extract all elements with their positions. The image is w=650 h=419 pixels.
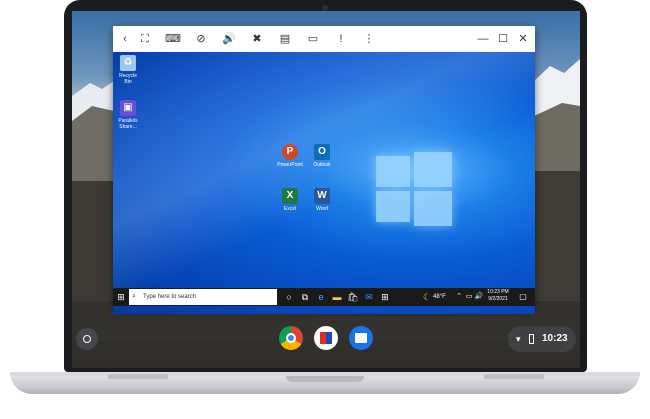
folder-glyph [355, 333, 367, 343]
more-icon[interactable]: ⋮ [361, 31, 377, 47]
taskbar-time: 10:23 PM [487, 289, 509, 295]
search-placeholder: Type here to search [143, 294, 197, 300]
edge-icon[interactable]: e [315, 291, 327, 303]
weather-temp: 48°F [433, 294, 446, 300]
shelf-clock: 10:23 [542, 333, 568, 344]
print-icon[interactable]: ▤ [277, 31, 293, 47]
word-icon[interactable]: W Word [309, 188, 335, 212]
search-icon: ⌕ [132, 293, 136, 300]
camera-off-icon[interactable]: ⊘ [193, 31, 209, 47]
excel-label: Excel [283, 206, 297, 212]
parallels-share-glyph: ▣ [120, 100, 136, 116]
status-tray[interactable]: ▾ 10:23 [508, 326, 576, 352]
parallels-share-label: Parallels Share... [118, 118, 138, 130]
taskbar-date: 9/2/2021 [488, 296, 508, 302]
feedback-icon[interactable]: ! [333, 31, 349, 47]
windows-logo [376, 152, 452, 226]
recycle-bin-glyph: ♻ [120, 55, 136, 71]
taskbar-clock[interactable]: 10:23 PM 9/2/2021 [485, 289, 511, 303]
file-explorer-icon[interactable]: ▬ [331, 291, 343, 303]
task-view-icon[interactable]: ⧉ [299, 291, 311, 303]
files-app-icon[interactable] [349, 326, 373, 350]
battery-icon [529, 334, 534, 344]
wifi-icon: ▾ [516, 334, 521, 344]
mail-icon[interactable]: ✉ [363, 291, 375, 303]
parallels-app-icon[interactable] [314, 326, 338, 350]
recycle-bin-icon[interactable]: ♻ Recycle Bin [115, 55, 141, 85]
fullscreen-icon[interactable]: ⛶ [137, 31, 153, 47]
hinge-right [484, 374, 544, 379]
cortana-icon[interactable]: ○ [283, 291, 295, 303]
windows-taskbar: ⊞ ⌕ Type here to search ○ ⧉ e ▬ 🛍 ✉ ⊞ ☾ … [113, 288, 535, 306]
start-icon[interactable]: ⊞ [115, 291, 127, 303]
notification-icon[interactable]: ▢ [517, 291, 529, 303]
outlook-label: Outlook [313, 162, 331, 168]
recycle-bin-label: Recycle Bin [119, 73, 137, 85]
outlook-icon[interactable]: O Outlook [309, 144, 335, 168]
windows-vm-window[interactable]: ‹ ⛶ ⌨ ⊘ 🔊 ✖ ▤ ▭ ! ⋮ — ☐ ✕ ♻ Recycle Bin … [113, 26, 535, 314]
launcher-icon [83, 335, 91, 343]
excel-icon[interactable]: X Excel [277, 188, 303, 212]
excel-glyph: X [282, 188, 298, 204]
back-icon[interactable]: ‹ [117, 31, 133, 47]
powerpoint-icon[interactable]: P PowerPoint [277, 144, 303, 168]
vm-toolbar: ‹ ⛶ ⌨ ⊘ 🔊 ✖ ▤ ▭ ! ⋮ — ☐ ✕ [113, 26, 535, 53]
hinge-left [108, 374, 168, 379]
windows-desktop: ♻ Recycle Bin ▣ Parallels Share... P Pow… [113, 52, 535, 314]
mic-off-icon[interactable]: ✖ [249, 31, 265, 47]
parallels-bar-blue [326, 332, 332, 344]
maximize-icon[interactable]: ☐ [495, 31, 511, 47]
word-glyph: W [314, 188, 330, 204]
keyboard-icon[interactable]: ⌨ [165, 31, 181, 47]
minimize-icon[interactable]: — [475, 31, 491, 47]
outlook-glyph: O [314, 144, 330, 160]
word-label: Word [316, 206, 328, 212]
chrome-app-icon[interactable] [279, 326, 303, 350]
folder-icon[interactable]: ▭ [305, 31, 321, 47]
powerpoint-glyph: P [282, 144, 298, 160]
chrome-center [286, 333, 296, 343]
weather-icon: ☾ [422, 292, 432, 302]
volume-icon[interactable]: 🔊 [221, 31, 237, 47]
powerpoint-label: PowerPoint [277, 162, 303, 168]
speaker-icon[interactable]: 🔊 [473, 291, 485, 303]
close-icon[interactable]: ✕ [515, 31, 531, 47]
store-icon[interactable]: 🛍 [347, 291, 359, 303]
light-beam [113, 52, 535, 314]
lid-notch [286, 376, 364, 382]
parallels-share-icon[interactable]: ▣ Parallels Share... [115, 100, 141, 130]
taskbar-search-box[interactable]: ⌕ Type here to search [129, 289, 277, 305]
windows-app-icon[interactable]: ⊞ [379, 291, 391, 303]
